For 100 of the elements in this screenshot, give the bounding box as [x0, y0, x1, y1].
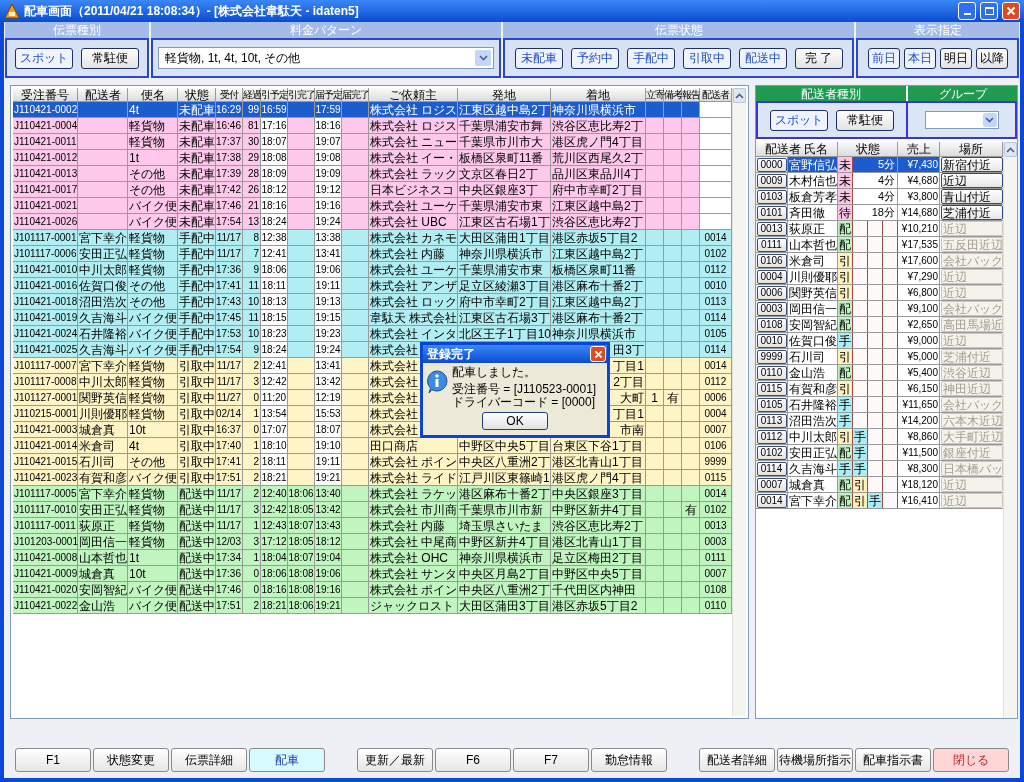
footer-button[interactable]: 勤怠情報 [591, 748, 667, 772]
filter-button[interactable]: 完 了 [794, 47, 843, 69]
table-cell: 配送中 [178, 598, 216, 614]
scroll-up-button[interactable] [733, 88, 746, 103]
driver-name: 米倉司 [788, 253, 838, 269]
status-tag: 手 [838, 333, 853, 348]
footer-button[interactable]: 状態変更 [93, 748, 169, 772]
scrollbar[interactable] [1003, 142, 1017, 718]
table-row[interactable]: J110421-0020安岡智紀 バイク便 配送中17:46 0 18:16 18:08 19:16 株式会社 ポイン 中央区八重洲2丁 千代田区内神田 0108 [13, 582, 732, 598]
table-row[interactable]: J110421-0018沼田浩次 その他 手配中17:43 10 18:13 19:13 株式会社 ロック 府中市幸町2丁目 江東区越中島2丁 0113 [13, 294, 732, 310]
driver-row[interactable]: 0103 板倉芳孝 未 4分 ¥3,800 青山付近 [756, 189, 1003, 205]
driver-code-button[interactable]: 0000 [756, 157, 787, 172]
table-row[interactable]: J110421-0026 バイク便 未配車17:54 13 18:24 19:24 株式会社 UBC 江東区古石場1丁 渋谷区恵比寿2丁 [13, 214, 732, 230]
table-row[interactable]: J101203-0001岡田信一 軽貨物 配送中12/03 3 17:12 18:05 18:12 株式会社 中尾商中野区新井4丁目 港区北青山1丁目 0003 [13, 534, 732, 550]
table-row[interactable]: J101117-0011 荻原正 軽貨物 配送中 11/17 1 12:43 18:07 13:43 株式会社 内藤 埼玉県さいたま 渋谷区恵比寿2丁 0013 [13, 518, 732, 534]
driver-code-button[interactable]: 0103 [756, 189, 787, 204]
table-cell: 11:20 [261, 390, 288, 406]
table-row[interactable]: J110421-0021 バイク便 未配車17:46 21 18:16 19:16 株式会社 ユーケ 千葉県浦安市東 江東区越中島2丁 [13, 198, 732, 214]
footer-button[interactable]: 配車指示書 [855, 748, 931, 772]
table-cell: 金山浩 [78, 598, 128, 614]
filter-button[interactable]: 以降 [975, 47, 1008, 69]
table-cell: 13:41 [315, 358, 342, 374]
table-row[interactable]: J110421-0010中川太郎 軽貨物 手配中17:36 9 18:06 19:06 株式会社 ユーケ 千葉県浦安市東 板橋区泉町11番 0112 [13, 262, 732, 278]
filter-button[interactable]: 配送中 [738, 47, 787, 69]
ok-button[interactable]: OK [482, 412, 548, 430]
table-row[interactable]: J110421-0022金山浩 バイク便 配送中17:51 2 18:21 18:06 19:21 ジャックロスト 大田区蒲田3丁目 港区赤坂5丁目2 0110 [13, 598, 732, 614]
location-button[interactable]: 青山付近 [940, 189, 1003, 204]
maximize-button[interactable] [980, 2, 998, 20]
table-row[interactable]: J110421-0023有賀和彦 バイク便 引取中17:51 2 18:21 19:21 株式会社 ライド 江戸川区東篠崎1 港区虎ノ門4丁目 0115 [13, 470, 732, 486]
footer-button[interactable]: F7 [513, 748, 589, 772]
table-row[interactable]: J110421-0004 軽貨物 未配車16:46 81 17:16 18:16 株式会社 ロジス 千葉県浦安市舞 渋谷区恵比寿2丁 [13, 118, 732, 134]
table-row[interactable]: J110421-0013 その他 未配車17:39 28 18:09 19:09 株式会社 ラック 文京区春日2丁 品川区東品川4丁 [13, 166, 732, 182]
footer-button[interactable]: 伝票詳細 [171, 748, 247, 772]
section-header: 伝票種別 [5, 22, 149, 38]
filter-button[interactable]: 手配中 [626, 47, 675, 69]
sales-amount: ¥17,600 [898, 253, 940, 269]
table-row[interactable]: J110421-0019久吉海斗 バイク便 手配中17:45 11 18:15 19:15 韋駄天 株式会社江東区古石場3丁 港区麻布十番2丁 0114 [13, 310, 732, 326]
table-cell: 18:23 [261, 326, 288, 342]
table-cell: 17:51 [216, 598, 243, 614]
table-row[interactable]: J110421-0011 軽貨物 未配車17:37 30 18:07 19:07 株式会社 ニュー 千葉県市川市大 港区虎ノ門4丁目 [13, 134, 732, 150]
footer-button[interactable]: 配送者詳細 [699, 748, 775, 772]
filter-button[interactable]: 本日 [903, 47, 936, 69]
footer-button[interactable]: 更新／最新 [357, 748, 433, 772]
table-row[interactable]: J110421-0008 山本哲也 1t 配送中17:34 1 18:04 18:07 19:04 株式会社 OHC 神奈川県横浜市 足立区梅田2丁目 0111 [13, 550, 732, 566]
table-row[interactable]: J101117-0006 安田正弘 軽貨物 手配中 11/17 7 12:41 13:41 株式会社 内藤 神奈川県横浜市 江東区越中島2丁 0102 [13, 246, 732, 262]
footer-button[interactable]: 閉じる [933, 748, 1009, 772]
driver-type-button[interactable]: スポット [770, 109, 828, 131]
status-tag: 引 [853, 493, 868, 508]
filter-button[interactable]: 明日 [939, 47, 972, 69]
table-cell: 18:07 [315, 422, 342, 438]
driver-type-button[interactable]: 常駐便 [836, 109, 894, 131]
table-cell: 18:21 [261, 470, 288, 486]
location-button[interactable]: 新宿付近 [940, 157, 1003, 172]
table-row[interactable]: J110421-0017 その他 未配車17:42 26 18:12 19:12 日本ビジネスコ 中央区銀座3丁 府中市幸町2丁目 [13, 182, 732, 198]
footer-button[interactable]: F1 [15, 748, 91, 772]
close-icon [1006, 6, 1016, 16]
sales-amount: ¥8,300 [898, 461, 940, 477]
driver-code-button[interactable]: 0009 [756, 173, 787, 188]
close-button[interactable] [1002, 2, 1020, 20]
close-button[interactable] [590, 346, 606, 362]
app-icon [4, 3, 20, 19]
filter-button[interactable]: 前日 [867, 47, 900, 69]
driver-name: 中川太郎 [788, 429, 838, 445]
driver-code-button[interactable]: 0101 [756, 205, 787, 220]
status-tag: 手 [838, 461, 853, 476]
driver-row[interactable]: 0009 木村信也 未 4分 ¥4,680 近辺 [756, 173, 1003, 189]
table-row[interactable]: J110421-0024石井隆裕 バイク便 手配中17:53 10 18:23 19:23 株式会社 インタ 北区王子1丁目10神奈川県横浜市 0105 [13, 326, 732, 342]
filter-button[interactable]: 予約中 [570, 47, 619, 69]
table-cell: 18:09 [261, 166, 288, 182]
footer-button[interactable]: 配車 [249, 748, 325, 772]
table-row[interactable]: J110421-0012 1t 未配車17:38 29 18:08 19:08 株式会社 イー・板橋区泉町11番 荒川区西尾久2丁 [13, 150, 732, 166]
footer-button[interactable]: 待機場所指示 [777, 748, 853, 772]
scroll-up-button[interactable] [1004, 142, 1017, 157]
filter-button[interactable]: スポット [15, 47, 73, 69]
table-cell: 18:24 [261, 342, 288, 358]
scrollbar[interactable] [732, 88, 746, 716]
table-row[interactable]: J110421-0009城倉真 10t 配送中17:36 0 18:06 18:08 19:06 株式会社 サンタ 中央区月島2丁目 中野区中央5丁目 0007 [13, 566, 732, 582]
status-tag: 引 [838, 429, 853, 444]
table-row[interactable]: J110421-0016佐賀口俊 その他 手配中17:41 11 18:11 19:11 株式会社 アンザ足立区綾瀬3丁目 港区麻布十番2丁 0010 [13, 278, 732, 294]
location-button[interactable]: 近辺 [940, 173, 1003, 188]
status-tag: 手 [868, 493, 883, 508]
table-row[interactable]: J101117-0010 安田正弘 軽貨物 配送中 11/17 3 12:42 18:05 13:42 株式会社 市川商千葉県市川市新 中野区新井4丁目 有 0102 [13, 502, 732, 518]
table-cell: 19:11 [315, 278, 342, 294]
table-row[interactable]: J101117-0001 宮下幸介 軽貨物 手配中 11/17 8 12:38 13:38 株式会社 カネモ 大田区蒲田1丁目 港区赤坂5丁目2 0014 [13, 230, 732, 246]
filter-button[interactable]: 常駐便 [81, 47, 139, 69]
filter-button[interactable]: 引取中 [682, 47, 731, 69]
group-select[interactable] [924, 111, 999, 129]
table-row[interactable]: J110421-0002 4t 未配車16:29 99 16:59 17:59 株式会社 ロジス 江東区越中島2丁 神奈川県横浜市 [13, 102, 732, 118]
footer-button[interactable]: F6 [435, 748, 511, 772]
column-header: 受注番号 [13, 88, 78, 102]
table-cell: 13:42 [315, 374, 342, 390]
table-row[interactable]: J110421-0015石川司 その他 引取中17:41 2 18:11 19:11 株式会社 ポイン 中央区八重洲2丁 港区北青山1丁目 9999 [13, 454, 732, 470]
filter-button[interactable]: 未配車 [514, 47, 563, 69]
table-row[interactable]: J101117-0005 宮下幸介 軽貨物 配送中 11/17 2 12:40 18:06 13:40 株式会社 ラケッ 港区麻布十番2丁 中央区銀座3丁目 0014 [13, 486, 732, 502]
table-row[interactable]: J110421-0014米倉司 4t 引取中17:40 1 18:10 19:10 田口商店 中野区中央5丁目 台東区下谷1丁目 0106 [13, 438, 732, 454]
minimize-button[interactable] [958, 2, 976, 20]
location-button[interactable]: 芝浦付近 [940, 205, 1003, 220]
driver-row[interactable]: 0101 斉田徹 待 18分 ¥14,680 芝浦付近 [756, 205, 1003, 221]
driver-row[interactable]: 0000 宮野信弘 未 5分 ¥7,430 新宿付近 [756, 157, 1003, 173]
fee-pattern-select[interactable]: 軽貨物, 1t, 4t, 10t, その他 [158, 47, 494, 69]
